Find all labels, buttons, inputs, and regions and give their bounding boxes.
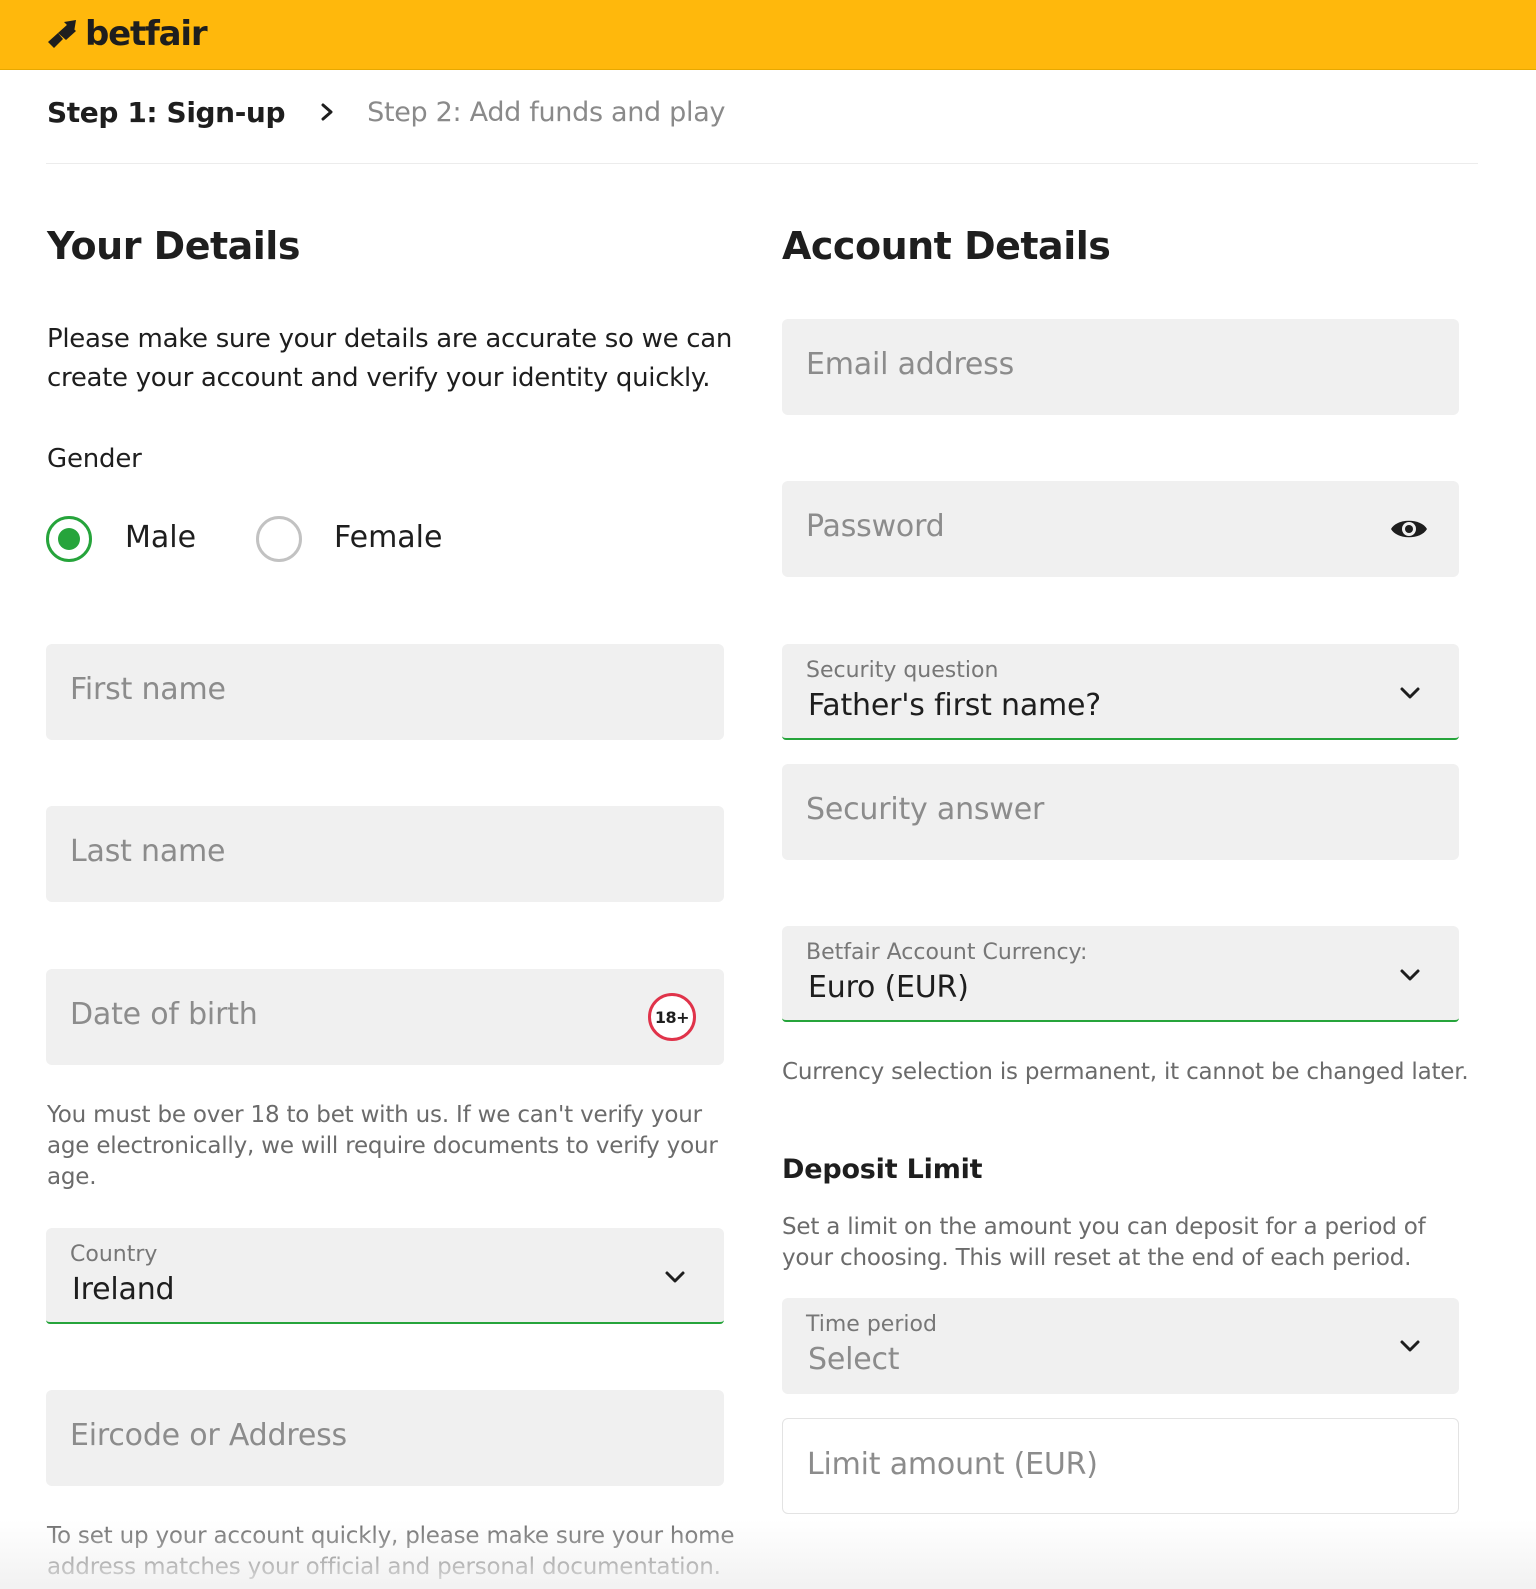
last-name-field[interactable]: Last name [46,806,724,902]
first-name-placeholder: First name [70,672,226,707]
time-period-select[interactable]: Time period Select [782,1298,1459,1394]
address-placeholder: Eircode or Address [70,1418,347,1453]
chevron-down-icon [1400,969,1420,981]
currency-value: Euro (EUR) [808,970,969,1005]
deposit-limit-heading: Deposit Limit [782,1154,983,1185]
header-divider [46,163,1478,164]
date-of-birth-help-text: You must be over 18 to bet with us. If w… [47,1102,718,1190]
gender-male-radio[interactable] [46,516,92,562]
your-details-heading: Your Details [47,224,300,268]
email-placeholder: Email address [806,347,1015,382]
security-question-select[interactable]: Security question Father's first name? [782,644,1459,740]
betfair-logo-text: betfair [85,14,208,54]
security-answer-placeholder: Security answer [806,792,1045,827]
country-select[interactable]: Country Ireland [46,1228,724,1324]
address-help-text: To set up your account quickly, please m… [47,1523,735,1580]
password-field[interactable]: Password [782,481,1459,577]
address-field[interactable]: Eircode or Address [46,1390,724,1486]
email-field[interactable]: Email address [782,319,1459,415]
top-header-bar: betfair [0,0,1536,70]
step-2-label: Step 2: Add funds and play [367,96,726,128]
signup-steps-breadcrumb: Step 1: Sign-up Step 2: Add funds and pl… [47,92,725,132]
currency-label: Betfair Account Currency: [806,940,1088,965]
currency-select[interactable]: Betfair Account Currency: Euro (EUR) [782,926,1459,1022]
deposit-limit-description: Set a limit on the amount you can deposi… [782,1214,1426,1271]
chevron-down-icon [1400,1340,1420,1352]
gender-male-label[interactable]: Male [125,520,196,555]
security-answer-field[interactable]: Security answer [782,764,1459,860]
date-of-birth-field[interactable]: Date of birth 18+ [46,969,724,1065]
gender-label: Gender [47,444,142,474]
your-details-intro: Please make sure your details are accura… [47,324,733,393]
first-name-field[interactable]: First name [46,644,724,740]
date-of-birth-placeholder: Date of birth [70,997,258,1032]
last-name-placeholder: Last name [70,834,226,869]
gender-female-radio[interactable] [256,516,302,562]
gender-female-label[interactable]: Female [334,520,442,555]
chevron-right-icon [321,103,333,121]
country-label: Country [70,1242,158,1267]
chevron-down-icon [665,1271,685,1283]
limit-amount-field[interactable]: Limit amount (EUR) [782,1418,1459,1514]
account-details-heading: Account Details [782,224,1111,268]
limit-amount-placeholder: Limit amount (EUR) [807,1447,1098,1482]
age-18-plus-badge: 18+ [648,993,696,1041]
time-period-label: Time period [806,1312,937,1337]
security-question-value: Father's first name? [808,688,1102,723]
currency-help-text: Currency selection is permanent, it cann… [782,1059,1469,1085]
eye-icon[interactable] [1389,514,1429,544]
security-question-label: Security question [806,658,999,683]
password-placeholder: Password [806,509,945,544]
chevron-down-icon [1400,687,1420,699]
betfair-arrows-icon [48,20,76,48]
country-value: Ireland [72,1272,175,1307]
betfair-logo[interactable]: betfair [46,14,208,54]
step-1-label: Step 1: Sign-up [47,95,286,129]
time-period-value: Select [808,1342,900,1377]
